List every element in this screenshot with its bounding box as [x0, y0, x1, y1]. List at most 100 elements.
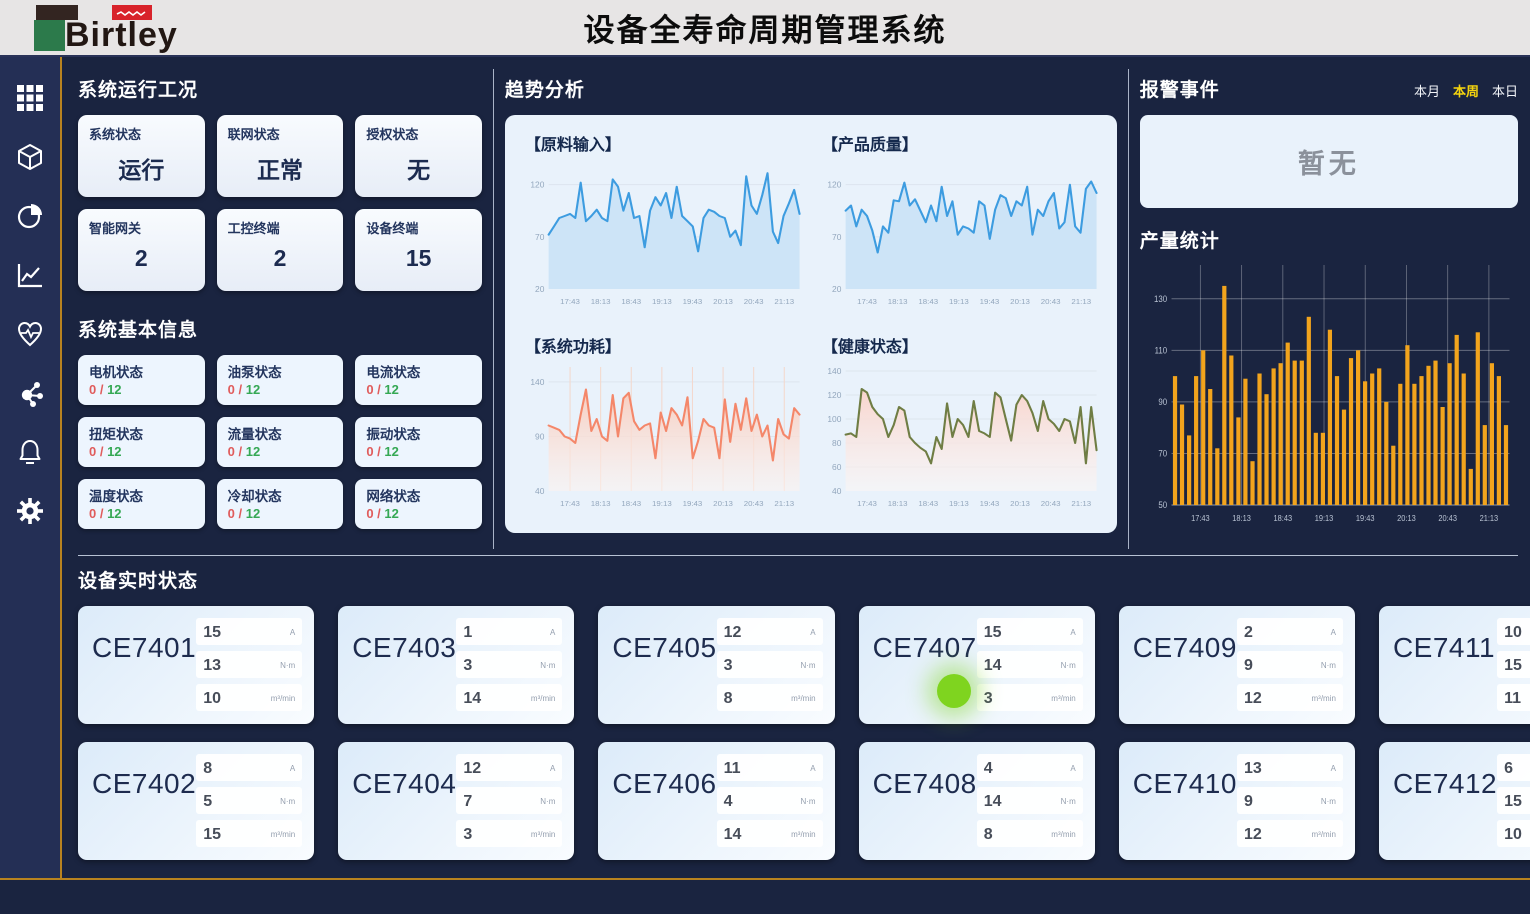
- device-value-row: 4N·m: [717, 787, 823, 814]
- trend-chart-title: 【原料输入】: [517, 123, 808, 155]
- device-value: 9: [1244, 793, 1253, 811]
- line-chart-icon: [16, 261, 44, 289]
- device-card[interactable]: CE741013A9N·m12m³/min: [1119, 742, 1355, 860]
- basic-info-card: 电流状态0 / 12: [355, 355, 482, 405]
- device-value-row: 3N·m: [717, 651, 823, 678]
- run-card-label: 工控终端: [228, 218, 333, 237]
- total-count: 12: [384, 444, 398, 459]
- device-card[interactable]: CE74084A14N·m8m³/min: [859, 742, 1095, 860]
- sidebar-item-pie-chart[interactable]: [15, 201, 45, 231]
- gear-icon: [16, 497, 44, 525]
- svg-text:20:13: 20:13: [713, 499, 733, 508]
- device-card[interactable]: CE740412A7N·m3m³/min: [338, 742, 574, 860]
- device-values: 15A14N·m3m³/min: [977, 618, 1083, 714]
- svg-text:17:43: 17:43: [857, 499, 877, 508]
- basic-info-card: 冷却状态0 / 12: [217, 479, 344, 529]
- svg-text:40: 40: [832, 487, 842, 496]
- sidebar-item-cube-3d[interactable]: [15, 142, 45, 172]
- device-value-row: 3N·m: [456, 651, 562, 678]
- device-value: 12: [1244, 690, 1262, 708]
- run-card-value: 15: [366, 245, 471, 272]
- device-value-row: 12m³/min: [1237, 820, 1343, 847]
- alarm-tab-本周[interactable]: 本周: [1453, 81, 1479, 100]
- sidebar-item-apps-grid[interactable]: [15, 83, 45, 113]
- svg-text:120: 120: [827, 391, 842, 400]
- device-value-row: 9N·m: [1237, 651, 1343, 678]
- svg-text:140: 140: [827, 367, 842, 376]
- device-value-row: 8A: [196, 754, 302, 781]
- svg-text:21:13: 21:13: [1479, 514, 1498, 524]
- device-value-row: 9N·m: [1237, 787, 1343, 814]
- svg-text:19:43: 19:43: [979, 499, 999, 508]
- basic-info-grid: 电机状态0 / 12油泵状态0 / 12电流状态0 / 12扭矩状态0 / 12…: [78, 355, 482, 529]
- device-unit: m³/min: [531, 694, 555, 703]
- device-card[interactable]: CE740715A14N·m3m³/min: [859, 606, 1095, 724]
- alarm-count: 0 /: [228, 444, 246, 459]
- svg-text:90: 90: [535, 433, 545, 442]
- device-unit: m³/min: [531, 830, 555, 839]
- device-value: 12: [724, 624, 742, 642]
- device-value: 4: [984, 760, 993, 778]
- device-unit: m³/min: [271, 694, 295, 703]
- device-card[interactable]: CE74031A3N·m14m³/min: [338, 606, 574, 724]
- svg-text:19:13: 19:13: [652, 499, 672, 508]
- svg-text:110: 110: [1154, 345, 1167, 356]
- run-status-card: 授权状态无: [355, 115, 482, 197]
- svg-text:19:13: 19:13: [949, 297, 969, 306]
- trend-title: 趋势分析: [505, 75, 1117, 102]
- alarm-tabs: 本月本周本日: [1414, 81, 1518, 100]
- svg-text:17:43: 17:43: [560, 297, 580, 306]
- device-card[interactable]: CE740115A13N·m10m³/min: [78, 606, 314, 724]
- device-card[interactable]: CE740512A3N·m8m³/min: [598, 606, 834, 724]
- svg-text:20:13: 20:13: [713, 297, 733, 306]
- device-unit: m³/min: [1311, 694, 1335, 703]
- trend-panel: 【原料输入】120702017:4318:1318:4319:1319:4320…: [505, 115, 1117, 533]
- device-card[interactable]: CE74126A15N·m10m³/min: [1379, 742, 1530, 860]
- device-name: CE7412: [1393, 768, 1497, 850]
- device-card[interactable]: CE74028A5N·m15m³/min: [78, 742, 314, 860]
- svg-text:18:13: 18:13: [591, 499, 611, 508]
- device-value: 10: [203, 690, 221, 708]
- device-value: 12: [1244, 826, 1262, 844]
- device-value-row: 12A: [717, 618, 823, 645]
- sidebar-item-bell[interactable]: [15, 437, 45, 467]
- sidebar-item-gear[interactable]: [15, 496, 45, 526]
- alarm-tab-本日[interactable]: 本日: [1492, 81, 1518, 100]
- device-value: 6: [1504, 760, 1513, 778]
- device-card[interactable]: CE74092A9N·m12m³/min: [1119, 606, 1355, 724]
- svg-text:18:13: 18:13: [1232, 514, 1251, 524]
- device-value: 13: [1244, 760, 1262, 778]
- run-status-card: 系统状态运行: [78, 115, 205, 197]
- total-count: 12: [384, 506, 398, 521]
- device-value-row: 15A: [196, 618, 302, 645]
- device-value-row: 10m³/min: [1497, 820, 1530, 847]
- sidebar-item-heart-pulse[interactable]: [15, 319, 45, 349]
- device-value: 13: [203, 657, 221, 675]
- device-unit: m³/min: [791, 694, 815, 703]
- device-card[interactable]: CE741110A15N·m11m³/min: [1379, 606, 1530, 724]
- run-card-label: 设备终端: [366, 218, 471, 237]
- device-value-row: 14N·m: [977, 787, 1083, 814]
- page-title: 设备全寿命周期管理系统: [0, 5, 1530, 50]
- svg-text:19:43: 19:43: [1356, 514, 1375, 524]
- device-unit: A: [550, 628, 555, 637]
- device-value: 8: [724, 690, 733, 708]
- sidebar-item-line-chart[interactable]: [15, 260, 45, 290]
- total-count: 12: [107, 506, 121, 521]
- svg-text:80: 80: [832, 439, 842, 448]
- device-value-row: 14N·m: [977, 651, 1083, 678]
- alarm-tab-本月[interactable]: 本月: [1414, 81, 1440, 100]
- run-status-title: 系统运行工况: [78, 75, 482, 102]
- run-status-card: 联网状态正常: [217, 115, 344, 197]
- device-values: 8A5N·m15m³/min: [196, 754, 302, 850]
- run-status-grid: 系统状态运行联网状态正常授权状态无智能网关2工控终端2设备终端15: [78, 115, 482, 291]
- svg-text:21:13: 21:13: [1071, 499, 1091, 508]
- device-card[interactable]: CE740611A4N·m14m³/min: [598, 742, 834, 860]
- device-value: 15: [203, 826, 221, 844]
- footer-strip: [0, 878, 1530, 914]
- sidebar-item-molecule[interactable]: [15, 378, 45, 408]
- device-value: 14: [724, 826, 742, 844]
- device-value: 1: [463, 624, 472, 642]
- svg-text:60: 60: [832, 463, 842, 472]
- running-indicator-dot: [937, 674, 971, 708]
